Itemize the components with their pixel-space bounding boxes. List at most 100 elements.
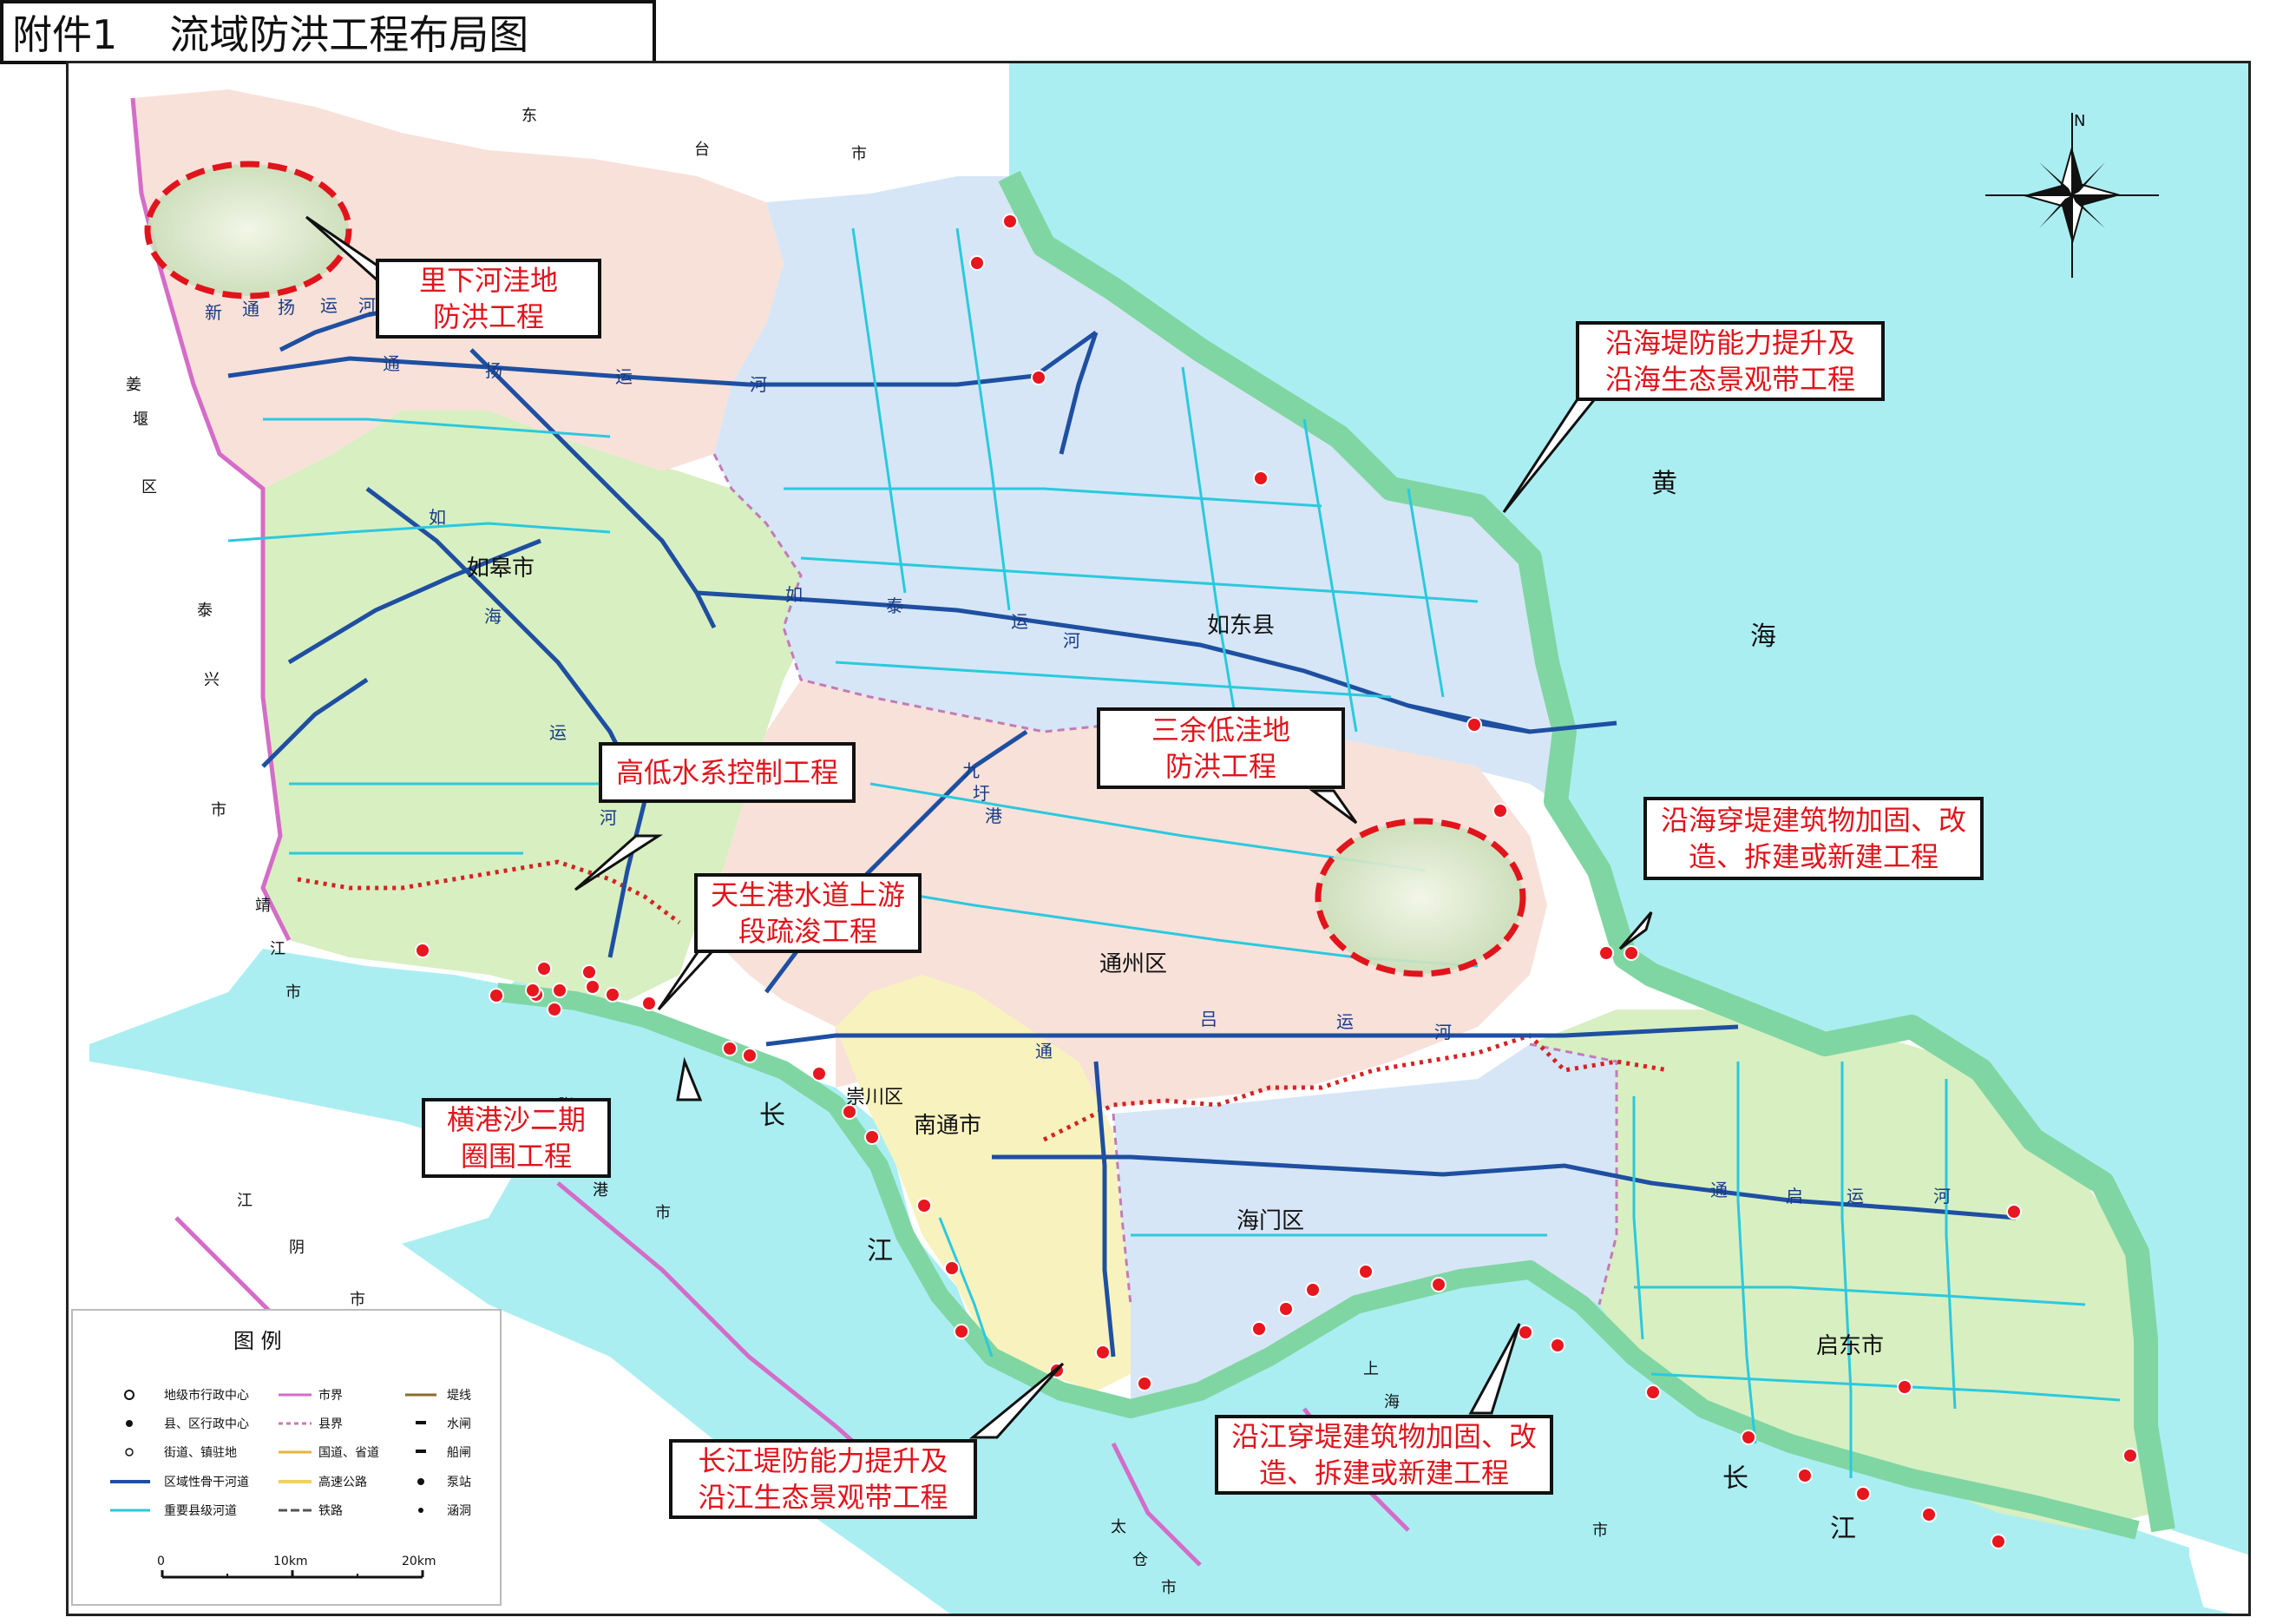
river-tongqi-4: 河 bbox=[1933, 1186, 1951, 1206]
river-tongqi-3: 运 bbox=[1847, 1186, 1864, 1206]
callout-lixiahe: 里下河洼地 防洪工程 bbox=[376, 259, 601, 339]
river-ruhai-3: 运 bbox=[549, 722, 567, 743]
label-rugao: 如皋市 bbox=[467, 556, 535, 582]
river-tonglv-2: 吕 bbox=[1200, 1009, 1217, 1029]
label-tai-c: 太 bbox=[1111, 1518, 1126, 1536]
label-jing: 靖 bbox=[255, 897, 271, 915]
label-shi-yin: 市 bbox=[350, 1291, 365, 1309]
label-tai-w: 泰 bbox=[197, 602, 213, 620]
callout-coastal-levee: 沿海堤防能力提升及 沿海生态景观带工程 bbox=[1576, 321, 1885, 401]
river-jiuwei-1: 九 bbox=[962, 760, 980, 781]
legend-item-14: 涵洞 bbox=[447, 1504, 471, 1518]
label-qidong: 启东市 bbox=[1816, 1333, 1884, 1359]
river-rutai-1: 如 bbox=[785, 584, 803, 605]
sanyu-oval bbox=[1315, 818, 1526, 977]
legend-item-11: 水闸 bbox=[447, 1417, 471, 1431]
label-xing-w: 兴 bbox=[204, 671, 220, 689]
river-tongyang-1: 通 bbox=[383, 353, 400, 374]
river-xintongyang-1: 新 bbox=[205, 302, 222, 323]
label-tai: 台 bbox=[694, 141, 710, 159]
callout-tianshenggang: 天生港水道上游 段疏浚工程 bbox=[694, 873, 922, 953]
river-jiuwei-2: 圩 bbox=[973, 783, 990, 804]
label-huang: 黄 bbox=[1651, 469, 1677, 499]
map-title: 流域防洪工程布局图 bbox=[169, 11, 529, 58]
legend-item-6: 县界 bbox=[318, 1417, 343, 1431]
label-chang-1: 长 bbox=[759, 1101, 785, 1131]
scale-label-0: 0 bbox=[157, 1555, 165, 1568]
river-tonglv-4: 河 bbox=[1434, 1022, 1452, 1042]
legend-item-9: 铁路 bbox=[318, 1504, 343, 1518]
label-jiang-jing: 江 bbox=[270, 940, 285, 958]
compass-north-label: N bbox=[2074, 112, 2085, 130]
label-jiang-2: 江 bbox=[1830, 1514, 1856, 1544]
legend-item-4: 重要县级河道 bbox=[164, 1504, 237, 1518]
label-chongchuan: 崇川区 bbox=[846, 1087, 903, 1108]
river-tongyang-3: 运 bbox=[615, 366, 633, 387]
title-number: 附件1 bbox=[12, 11, 118, 58]
label-hai-sh: 海 bbox=[1384, 1393, 1400, 1411]
river-jiuwei-3: 港 bbox=[985, 805, 1002, 826]
legend-culvert-icon bbox=[418, 1508, 423, 1513]
river-ruhai-4: 河 bbox=[600, 807, 617, 828]
label-shi-north: 市 bbox=[851, 145, 867, 163]
river-rutai-4: 河 bbox=[1063, 630, 1080, 651]
callout-yangtze-levee: 长江堤防能力提升及 沿江生态景观带工程 bbox=[669, 1439, 977, 1519]
legend-item-12: 船闸 bbox=[447, 1446, 471, 1460]
legend-item-10: 堤线 bbox=[447, 1389, 471, 1403]
legend-item-13: 泵站 bbox=[447, 1476, 471, 1489]
river-tongqi-2: 启 bbox=[1786, 1186, 1803, 1206]
river-tongyang-4: 河 bbox=[750, 374, 767, 395]
river-rutai-3: 运 bbox=[1011, 611, 1028, 632]
legend-title: 图 例 bbox=[233, 1329, 282, 1353]
river-tongyang-2: 扬 bbox=[485, 360, 502, 381]
legend-item-1: 县、区行政中心 bbox=[164, 1417, 249, 1431]
legend-item-8: 高速公路 bbox=[318, 1475, 367, 1489]
label-yin: 阴 bbox=[289, 1239, 305, 1257]
label-jiang-1: 江 bbox=[867, 1236, 893, 1266]
label-rudong: 如东县 bbox=[1207, 613, 1275, 639]
legend-item-7: 国道、省道 bbox=[318, 1446, 379, 1460]
river-xintongyang-5: 河 bbox=[358, 295, 376, 316]
callout-coastal-structures: 沿海穿堤建筑物加固、改 造、拆建或新建工程 bbox=[1643, 797, 1984, 880]
river-tongqi-1: 通 bbox=[1710, 1180, 1728, 1200]
label-shi-zjg: 市 bbox=[655, 1204, 671, 1222]
legend-item-0: 地级市行政中心 bbox=[164, 1388, 249, 1403]
river-xintongyang-3: 扬 bbox=[278, 297, 295, 318]
river-xintongyang-2: 通 bbox=[242, 299, 259, 319]
legend-item-5: 市界 bbox=[318, 1388, 343, 1403]
label-gang: 港 bbox=[593, 1181, 608, 1200]
label-shi-sh: 市 bbox=[1592, 1522, 1608, 1540]
river-ruhai-1: 如 bbox=[429, 507, 446, 528]
label-cang: 仓 bbox=[1132, 1551, 1148, 1569]
callout-river-structures: 沿江穿堤建筑物加固、改 造、拆建或新建工程 bbox=[1215, 1415, 1553, 1495]
label-shi-w: 市 bbox=[211, 801, 226, 819]
river-tonglv-1: 通 bbox=[1035, 1041, 1053, 1062]
legend: 图 例 地级市行政中心 县、区行政中心 街道、镇驻地 区域性骨干河道 重要县级河… bbox=[71, 1309, 502, 1606]
title-box: 附件1 流域防洪工程布局图 bbox=[0, 0, 656, 64]
scale-label-20: 20km bbox=[402, 1555, 436, 1568]
label-shang: 上 bbox=[1363, 1360, 1379, 1378]
river-rutai-2: 泰 bbox=[886, 595, 903, 616]
legend-item-3: 区域性骨干河道 bbox=[164, 1476, 249, 1489]
label-yan-w: 堰 bbox=[133, 411, 148, 429]
lixiahe-oval bbox=[144, 161, 352, 299]
label-jiang-yin: 江 bbox=[237, 1192, 253, 1210]
callout-sanyu: 三余低洼地 防洪工程 bbox=[1097, 707, 1345, 789]
label-hai: 海 bbox=[1750, 621, 1776, 652]
label-qu-w: 区 bbox=[141, 478, 157, 496]
label-tongzhou: 通州区 bbox=[1099, 951, 1167, 977]
label-shi-tc: 市 bbox=[1161, 1579, 1177, 1597]
callout-henggangsha: 横港沙二期 圈围工程 bbox=[422, 1098, 611, 1178]
scale-label-10: 10km bbox=[273, 1555, 308, 1568]
river-tonglv-3: 运 bbox=[1336, 1011, 1354, 1032]
river-ruhai-2: 海 bbox=[484, 606, 502, 627]
label-dong: 东 bbox=[522, 107, 537, 125]
label-chang-2: 长 bbox=[1722, 1463, 1748, 1494]
legend-shiplock-icon bbox=[416, 1450, 426, 1453]
legend-sluice-icon bbox=[416, 1421, 426, 1424]
callout-high-low-water: 高低水系控制工程 bbox=[599, 742, 856, 803]
label-shi-jing: 市 bbox=[285, 983, 301, 1002]
label-nantong: 南通市 bbox=[914, 1113, 981, 1139]
legend-county-icon bbox=[126, 1420, 133, 1427]
label-haimen: 海门区 bbox=[1237, 1208, 1304, 1234]
